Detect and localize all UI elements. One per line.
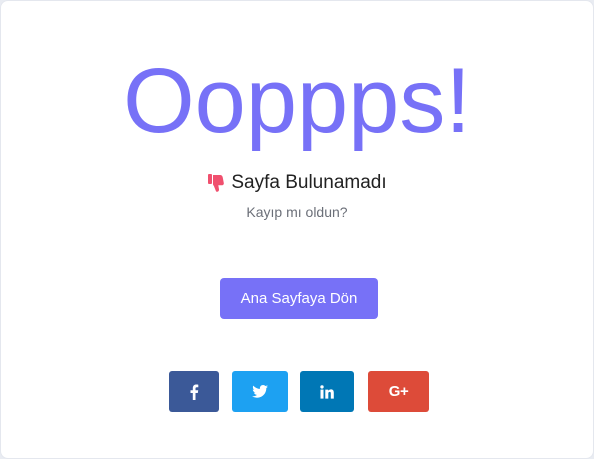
home-button[interactable]: Ana Sayfaya Dön <box>220 278 378 319</box>
error-subtitle-row: Sayfa Bulunamadı <box>1 170 593 196</box>
twitter-icon <box>252 385 268 398</box>
thumbs-down-icon <box>207 173 225 193</box>
error-question: Kayıp mı oldun? <box>246 204 348 220</box>
error-headline: Ooppps! <box>123 50 471 152</box>
error-subtitle: Sayfa Bulunamadı <box>231 172 387 193</box>
google-plus-share-button[interactable]: G+ <box>368 371 429 412</box>
facebook-share-button[interactable] <box>169 371 219 412</box>
twitter-share-button[interactable] <box>232 371 288 412</box>
google-plus-icon: G+ <box>388 383 409 400</box>
linkedin-icon <box>320 384 334 399</box>
linkedin-share-button[interactable] <box>300 371 354 412</box>
facebook-icon <box>189 384 199 400</box>
error-card: Ooppps! Sayfa Bulunamadı Kayıp mı oldun?… <box>0 0 594 459</box>
